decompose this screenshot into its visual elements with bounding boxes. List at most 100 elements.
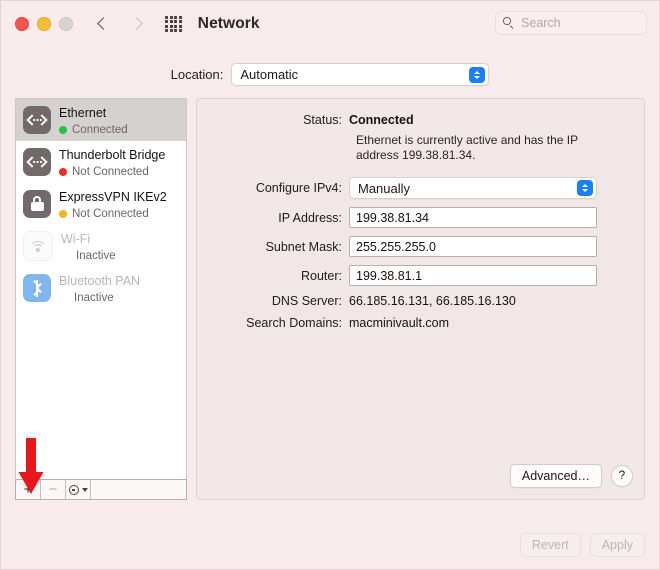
sidebar-item-wi-fi[interactable]: Wi-Fi Inactive [16,225,186,267]
add-service-button[interactable]: + [16,480,41,499]
close-button[interactable] [15,17,29,31]
network-preferences-window: Network Search Location: Automatic Ether… [0,0,660,570]
wifi-icon [23,231,53,261]
location-value: Automatic [240,67,299,82]
status-row: Status: Connected [197,113,630,127]
service-status: Inactive [61,249,116,263]
grid-dot [178,15,182,19]
service-detail-panel: Status: Connected Ethernet is currently … [196,98,645,500]
service-status-label: Connected [72,123,128,136]
services-list: Ethernet Connected Thunderbolt Bridge No… [15,98,187,479]
search-placeholder: Search [521,16,561,30]
footer-buttons: Revert Apply [519,533,645,557]
service-name: Bluetooth PAN [59,273,141,288]
service-status: Not Connected [59,165,165,179]
grid-dot [174,15,178,19]
sidebar-item-bluetooth-pan[interactable]: Bluetooth PAN Inactive [16,267,186,309]
grid-dot [178,20,182,24]
grid-dot [169,24,173,28]
dns-server-value: 66.185.16.131, 66.185.16.130 [349,294,516,308]
location-popup-button[interactable]: Automatic [231,63,490,86]
service-status: Inactive [59,291,140,305]
status-label: Status: [303,113,342,127]
grid-dot [169,15,173,19]
zoom-button[interactable] [59,17,73,31]
minimize-button[interactable] [37,17,51,31]
chevron-updown-icon [577,180,593,196]
apply-button[interactable]: Apply [589,533,645,557]
plus-icon: + [23,481,33,498]
toolbar-filler [91,480,186,499]
status-description: Ethernet is currently active and has the… [356,133,578,162]
status-dot-red [59,167,67,176]
search-domains-label: Search Domains: [246,316,342,330]
service-status: Not Connected [59,207,167,221]
detail-buttons: Advanced… ? [509,464,633,488]
revert-button[interactable]: Revert [519,533,581,557]
configure-ipv4-row: Configure IPv4: Manually [197,177,630,199]
forward-button[interactable] [130,15,143,33]
search-input[interactable]: Search [495,11,647,35]
grid-dot [165,20,168,24]
sidebar-item-thunderbolt-bridge[interactable]: Thunderbolt Bridge Not Connected [16,141,186,183]
remove-service-button[interactable]: − [41,480,66,499]
subnet-mask-field[interactable]: 255.255.255.0 [349,236,597,257]
ip-address-row: IP Address: 199.38.81.34 [197,207,630,228]
status-badge: Connected [349,113,414,127]
sidebar-item-expressvpn-ikev2[interactable]: ExpressVPN IKEv2 Not Connected [16,183,186,225]
configure-ipv4-value: Manually [358,180,411,196]
search-domains-row: Search Domains: macminivault.com [197,316,630,330]
bluetooth-icon [23,274,51,302]
service-status-label: Not Connected [72,165,149,178]
gear-icon [68,484,79,495]
help-button[interactable]: ? [611,465,633,487]
back-button[interactable] [97,15,110,33]
dns-server-label: DNS Server: [271,294,342,308]
router-row: Router: 199.38.81.1 [197,265,630,286]
grid-dot [165,29,168,33]
service-status-label: Not Connected [72,207,149,220]
services-toolbar: + − [15,479,187,500]
service-name: Thunderbolt Bridge [59,147,166,162]
chevron-updown-icon [469,66,486,83]
page-title: Network [197,15,260,32]
ip-address-label: IP Address: [278,210,342,225]
minus-icon: − [48,481,58,498]
traffic-lights [15,17,73,31]
ip-address-field[interactable]: 199.38.81.34 [349,207,597,228]
chevron-down-icon [81,487,88,492]
grid-dot [165,24,168,28]
grid-dot [174,29,178,33]
grid-dot [174,20,178,24]
service-status: Connected [59,123,128,137]
router-field[interactable]: 199.38.81.1 [349,265,597,286]
grid-dot [169,20,173,24]
location-label: Location: [170,67,224,82]
service-status-label: Inactive [76,249,116,262]
content-area: Ethernet Connected Thunderbolt Bridge No… [1,86,659,500]
status-dot-green [59,125,67,134]
router-label: Router: [301,268,342,283]
status-dot-orange [59,209,67,218]
navigation-controls [97,15,143,33]
lock-icon [23,190,51,218]
location-row: Location: Automatic [1,63,659,86]
action-menu-button[interactable] [66,480,91,499]
search-domains-value: macminivault.com [349,316,450,330]
service-name: Ethernet [59,105,107,120]
service-name: ExpressVPN IKEv2 [59,189,167,204]
grid-dot [174,24,178,28]
configure-ipv4-popup-button[interactable]: Manually [349,177,597,199]
sidebar-item-ethernet[interactable]: Ethernet Connected [16,99,186,141]
configure-ipv4-label: Configure IPv4: [255,181,342,195]
ethernet-icon [23,106,51,134]
subnet-mask-row: Subnet Mask: 255.255.255.0 [197,236,630,257]
show-all-grid-icon[interactable] [165,15,182,33]
services-sidebar: Ethernet Connected Thunderbolt Bridge No… [15,98,187,500]
service-status-label: Inactive [74,291,114,304]
grid-dot [165,15,168,19]
advanced-button[interactable]: Advanced… [509,464,602,488]
ethernet-icon [23,148,51,176]
subnet-mask-label: Subnet Mask: [265,239,342,254]
search-icon [503,17,515,29]
